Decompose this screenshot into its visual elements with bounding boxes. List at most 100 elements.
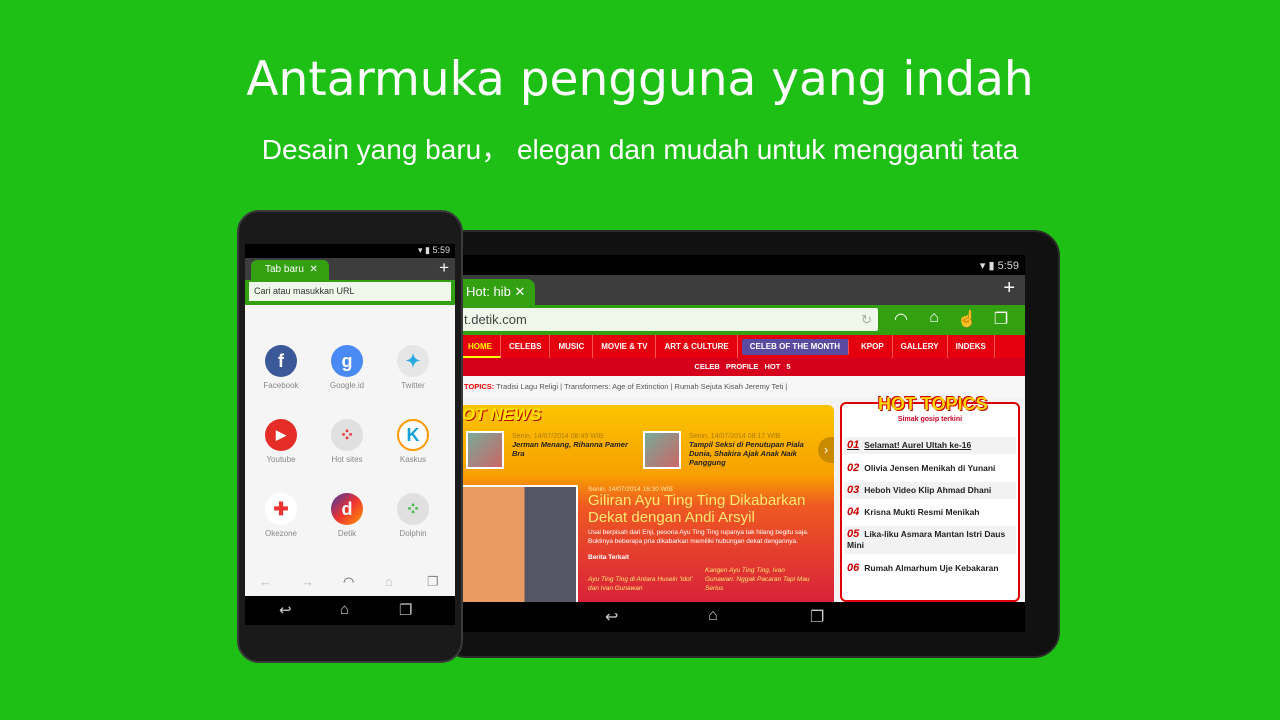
topic-title: Olivia Jensen Menikah di Yunani [864,463,996,473]
topics-links[interactable]: Tradisi Lagu Religi | Transformers: Age … [496,382,787,391]
nav-celeb-of-month[interactable]: CELEB OF THE MONTH [741,338,849,355]
app-label: Twitter [401,381,425,390]
browser-tab[interactable]: Tab baru ✕ [251,260,329,280]
youtube-icon: ▶ [265,419,297,451]
app-detik[interactable]: d Detik [317,493,377,538]
app-hot-sites[interactable]: ⁘ Hot sites [317,419,377,464]
kaskus-icon: K [397,419,429,451]
url-input[interactable]: t.detik.com ↻ [460,308,878,331]
headline-title: Antarmuka pengguna yang indah [246,52,1034,107]
nav-kpop[interactable]: KPOP [853,335,893,358]
topic-title: Selamat! Aurel Ultah ke-16 [864,440,972,450]
tab-title: Tab baru [265,264,304,275]
news-thumbnail[interactable] [466,431,504,469]
hot-topic-item[interactable]: 06 Rumah Almarhum Uje Kebakaran [844,560,1016,577]
detik-icon: d [331,493,363,525]
topic-number: 05 [847,528,860,540]
nav-art-culture[interactable]: ART & CULTURE [656,335,738,358]
hot-topic-item[interactable]: 04 Krisna Mukti Resmi Menikah [844,504,1016,521]
back-icon[interactable]: ↩ [279,601,292,619]
twitter-icon: ✦ [397,345,429,377]
app-facebook[interactable]: f Facebook [251,345,311,390]
home-icon[interactable]: ⌂ [340,601,349,618]
news-item[interactable]: Senin, 14/07/2014 08:17 WIB Tampil Seksi … [689,433,814,467]
dolphin-apps-icon: ⁘ [397,493,429,525]
app-dolphin[interactable]: ⁘ Dolphin [383,493,443,538]
plus-icon[interactable]: + [1003,277,1015,300]
topic-title: Krisna Mukti Resmi Menikah [864,507,980,517]
related-link[interactable]: Kangen Ayu Ting Ting, Ivan Gunawan: Ngga… [705,566,810,593]
main-news-image[interactable] [460,485,578,602]
nav-gallery[interactable]: GALLERY [893,335,948,358]
tabs-icon[interactable]: ❐ [427,574,439,590]
main-news-title[interactable]: Giliran Ayu Ting Ting Dikabarkan Dekat d… [588,492,828,526]
tabs-icon[interactable]: ❐ [990,309,1012,329]
topic-number: 06 [847,562,860,574]
news-date: Senin, 14/07/2014 08:17 WIB [689,433,781,440]
app-label: Google.id [329,381,365,390]
address-bar: Cari atau masukkan URL [245,280,455,305]
recents-icon[interactable]: ❐ [810,607,824,627]
home-icon[interactable]: ⌂ [923,309,945,327]
facebook-icon: f [265,345,297,377]
news-thumbnail[interactable] [643,431,681,469]
tablet-status-bar: ▾ ▮ 5:59 [979,260,1019,272]
nav-indeks[interactable]: INDEKS [948,335,995,358]
recents-icon[interactable]: ❐ [399,601,412,619]
browser-tab[interactable]: Hot: hib ✕ [460,279,535,305]
topic-title: Lika-liku Asmara Mantan Istri Daus Mini [847,529,1006,550]
app-label: Kaskus [399,455,427,464]
news-item[interactable]: Senin, 14/07/2014 08:49 WIB Jerman Menang… [512,433,632,458]
nav-music[interactable]: MUSIC [550,335,594,358]
dolphin-icon[interactable]: ◠ [343,574,354,590]
hot-topic-item[interactable]: 02 Olivia Jensen Menikah di Yunani [844,460,1016,477]
hot-sites-icon: ⁘ [331,419,363,451]
related-link[interactable]: Ayu Ting Ting di Antara Husein 'Idol' da… [588,575,693,593]
refresh-icon[interactable]: ↻ [861,312,872,328]
plus-icon[interactable]: + [439,258,449,278]
topic-number: 03 [847,484,860,496]
close-tab-icon[interactable]: ✕ [514,284,525,299]
site-nav: HOME CELEBS MUSIC MOVIE & TV ART & CULTU… [460,335,1025,358]
app-label: Detik [337,529,357,538]
gesture-icon[interactable]: ☝ [956,309,978,329]
app-twitter[interactable]: ✦ Twitter [383,345,443,390]
back-icon[interactable]: ↩ [605,607,618,627]
home-icon[interactable]: ⌂ [708,607,718,625]
news-date: Senin, 14/07/2014 08:49 WIB [512,433,604,440]
app-okezone[interactable]: ✚ Okezone [251,493,311,538]
url-input[interactable]: Cari atau masukkan URL [249,282,451,301]
tablet-screen: ▾ ▮ 5:59 Hot: hib ✕ + t.detik.com ↻ ◠ ⌂ ☝… [460,255,1025,632]
dolphin-icon[interactable]: ◠ [890,309,912,329]
sub-nav[interactable]: CELEB PROFILE HOT 5 [460,358,1025,376]
nav-movie-tv[interactable]: MOVIE & TV [593,335,657,358]
back-arrow-icon[interactable]: ← [259,574,272,589]
status-time: 5:59 [432,245,450,255]
app-label: Okezone [264,529,298,538]
home-icon[interactable]: ⌂ [385,574,393,589]
address-bar: t.detik.com ↻ ◠ ⌂ ☝ ❐ [460,305,1025,335]
tab-bar: Hot: hib ✕ + [460,275,1025,305]
phone-status-bar: ▾ ▮ 5:59 [417,245,450,255]
hot-topics-logo: HOT TOPICS [878,394,988,414]
topic-number: 02 [847,462,860,474]
app-youtube[interactable]: ▶ Youtube [251,419,311,464]
app-label: Dolphin [399,529,427,538]
app-label: Hot sites [331,455,363,464]
hot-news-panel: OT NEWS Senin, 14/07/2014 08:49 WIB Jerma… [460,405,834,602]
phone-screen: ▾ ▮ 5:59 Tab baru ✕ + Cari atau masukkan… [245,244,455,625]
nav-home[interactable]: HOME [460,335,501,358]
related-label: Berita Terkait [588,554,630,561]
app-google[interactable]: g Google.id [317,345,377,390]
next-arrow-icon[interactable]: › [818,437,834,463]
hot-topic-item[interactable]: 03 Heboh Video Klip Ahmad Dhani [844,482,1016,499]
app-kaskus[interactable]: K Kaskus [383,419,443,464]
forward-arrow-icon[interactable]: → [301,574,314,589]
nav-celebs[interactable]: CELEBS [501,335,551,358]
topic-title: Heboh Video Klip Ahmad Dhani [864,485,992,495]
close-tab-icon[interactable]: ✕ [309,264,317,275]
hot-topic-item[interactable]: 01 Selamat! Aurel Ultah ke-16 [844,437,1016,454]
hot-topic-item[interactable]: 05 Lika-liku Asmara Mantan Istri Daus Min… [844,526,1016,554]
url-text: t.detik.com [464,312,527,327]
tab-bar: Tab baru ✕ + [245,258,455,280]
